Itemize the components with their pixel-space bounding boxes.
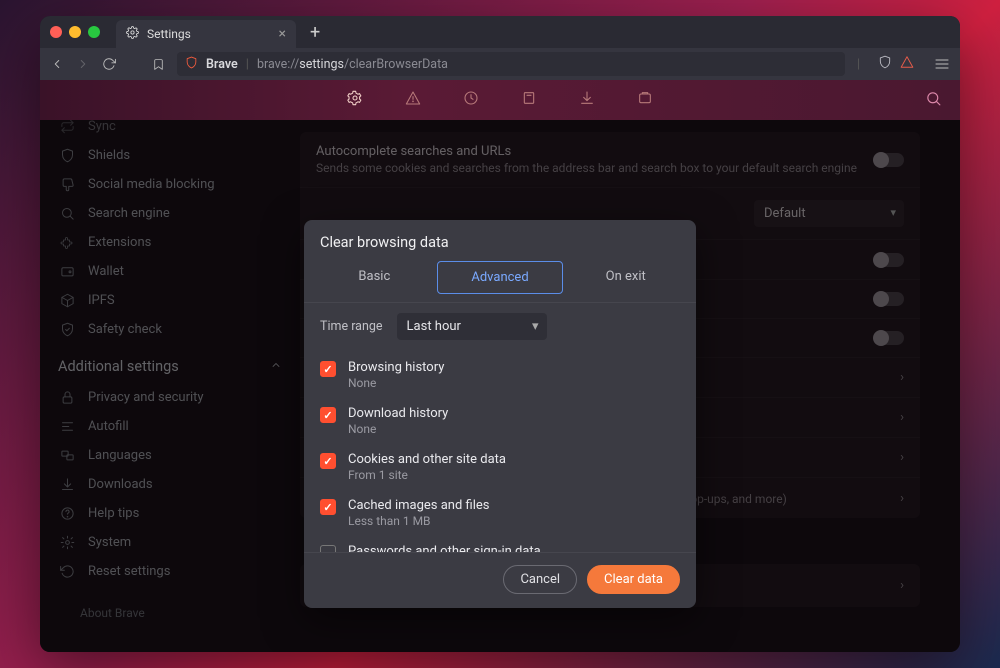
time-range-select[interactable]: Last hour [397,313,547,340]
clear-item-download-history: Download historyNone [304,398,696,444]
warning-badge-icon[interactable] [900,55,914,73]
clear-item-cached-images-and-files: Cached images and filesLess than 1 MB [304,490,696,536]
clear-item-title: Download history [348,406,448,421]
clear-browsing-data-dialog: Clear browsing data Basic Advanced On ex… [304,220,696,608]
toolbar: Brave | brave://settings/clearBrowserDat… [40,48,960,80]
brand-label: Brave [206,57,238,72]
minimize-window-button[interactable] [69,26,81,38]
titlebar: Settings × + [40,16,960,48]
strip-bookmarks-icon[interactable] [521,90,537,110]
menu-button[interactable] [934,56,950,72]
browser-window: Settings × + Brave | brave://settings/cl… [40,16,960,652]
clear-item-passwords-and-other-sign-in-data: Passwords and other sign-in dataNone [304,536,696,552]
back-button[interactable] [50,57,64,71]
strip-gear-icon[interactable] [347,90,363,110]
checkbox[interactable] [320,407,336,423]
clear-item-sub: Less than 1 MB [348,514,489,528]
checkbox[interactable] [320,545,336,552]
cancel-button[interactable]: Cancel [503,565,577,594]
browser-tab[interactable]: Settings × [116,20,296,48]
clear-items-list: Browsing historyNoneDownload historyNone… [304,352,696,552]
modal-tabs: Basic Advanced On exit [304,261,696,302]
tab-on-exit[interactable]: On exit [563,261,688,294]
brave-shield-icon [185,55,198,74]
bookmark-icon[interactable] [152,58,165,71]
tab-advanced[interactable]: Advanced [437,261,564,294]
strip-wallet-icon[interactable] [637,90,653,110]
address-bar[interactable]: Brave | brave://settings/clearBrowserDat… [177,52,845,76]
url-text: brave://settings/clearBrowserData [257,57,448,72]
close-window-button[interactable] [50,26,62,38]
tab-basic[interactable]: Basic [312,261,437,294]
reload-button[interactable] [102,57,116,71]
clear-item-title: Passwords and other sign-in data [348,544,541,552]
settings-category-strip [40,80,960,120]
clear-data-button[interactable]: Clear data [587,565,680,594]
clear-item-title: Cached images and files [348,498,489,513]
tab-title: Settings [147,27,191,41]
clear-item-sub: None [348,422,448,436]
settings-main: SyncShieldsSocial media blockingSearch e… [40,120,960,652]
forward-button[interactable] [76,57,90,71]
gear-icon [126,26,139,42]
strip-history-icon[interactable] [463,90,479,110]
clear-item-cookies-and-other-site-data: Cookies and other site dataFrom 1 site [304,444,696,490]
checkbox[interactable] [320,499,336,515]
clear-item-browsing-history: Browsing historyNone [304,352,696,398]
extension-badges [878,55,914,73]
settings-search-icon[interactable] [925,90,942,111]
strip-downloads-icon[interactable] [579,90,595,110]
strip-warning-icon[interactable] [405,90,421,110]
time-range-label: Time range [320,319,383,334]
modal-overlay: Clear browsing data Basic Advanced On ex… [40,120,960,652]
modal-title: Clear browsing data [304,220,696,261]
close-tab-button[interactable]: × [279,26,286,42]
checkbox[interactable] [320,361,336,377]
clear-item-title: Browsing history [348,360,444,375]
shield-badge-icon[interactable] [878,55,892,73]
new-tab-button[interactable]: + [310,22,320,43]
maximize-window-button[interactable] [88,26,100,38]
checkbox[interactable] [320,453,336,469]
clear-item-sub: From 1 site [348,468,506,482]
clear-item-sub: None [348,376,444,390]
clear-item-title: Cookies and other site data [348,452,506,467]
window-controls [50,26,100,38]
